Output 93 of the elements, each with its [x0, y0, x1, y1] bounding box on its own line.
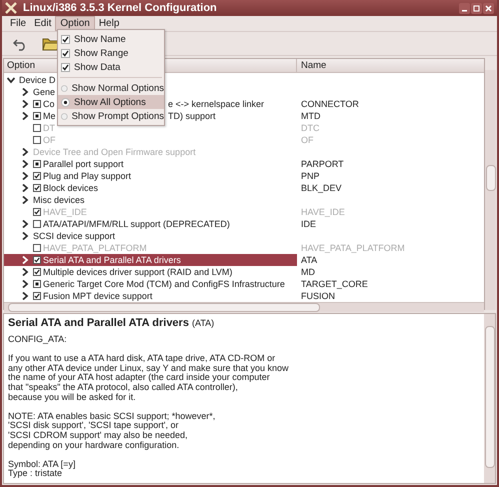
expander-icon[interactable]: [21, 88, 29, 96]
vertical-scrollbar[interactable]: [484, 314, 495, 483]
option-label: SCSI device support: [33, 230, 116, 242]
checkbox-module-icon[interactable]: [33, 280, 41, 288]
window-title: Linux/i386 3.5.3 Kernel Configuration: [23, 2, 218, 14]
radio-on-icon[interactable]: [61, 98, 70, 106]
checkbox-checked-icon[interactable]: [33, 256, 41, 264]
help-paragraph: CONFIG_ATA:: [8, 335, 68, 345]
expander-icon[interactable]: [21, 160, 29, 168]
scrollbar-thumb[interactable]: [486, 165, 496, 191]
option-label: HAVE_PATA_PLATFORM: [43, 242, 147, 254]
option-label: Generic Target Core Mod (TCM) and ConfigFS Infrastructure: [43, 278, 285, 290]
option-label: Device Tree and Open Firmware support: [33, 146, 196, 158]
expander-icon[interactable]: [21, 292, 29, 300]
symbol-name: ATA: [300, 254, 318, 266]
menu-item[interactable]: File: [6, 17, 30, 30]
menu-option[interactable]: Show Prompt Options: [58, 109, 164, 123]
expander-icon[interactable]: [21, 196, 29, 204]
symbol-name: DTC: [300, 122, 320, 134]
radio-off-icon[interactable]: [61, 84, 68, 92]
checkbox-module-icon[interactable]: [33, 160, 41, 168]
menu-option[interactable]: Show Name: [58, 32, 164, 46]
symbol-name: PNP: [300, 170, 320, 182]
selected-row[interactable]: Serial ATA and Parallel ATA drivers: [4, 254, 297, 266]
expander-icon[interactable]: [21, 232, 29, 240]
menu-option[interactable]: Show All Options: [58, 95, 164, 109]
symbol-name: HAVE_PATA_PLATFORM: [300, 242, 405, 254]
option-label: Misc devices: [33, 194, 85, 206]
option-label: Plug and Play support: [43, 170, 132, 182]
checkbox-checked-icon[interactable]: [33, 292, 41, 300]
option-label: Me: [43, 110, 56, 122]
checkbox-module-icon[interactable]: [33, 100, 41, 108]
option-label: ATA/ATAPI/MFM/RLL support (DEPRECATED): [43, 218, 230, 230]
checkbox-checked-icon[interactable]: [33, 184, 41, 192]
checkmark-icon[interactable]: [61, 34, 70, 44]
option-label: e <-> kernelspace linker: [168, 98, 264, 110]
symbol-name: HAVE_IDE: [300, 206, 345, 218]
radio-off-icon[interactable]: [61, 112, 68, 120]
symbol-name: MD: [300, 266, 315, 278]
scrollbar-thumb[interactable]: [8, 303, 320, 312]
symbol-name: CONNECTOR: [300, 98, 359, 110]
symbol-name: OF: [300, 134, 314, 146]
symbol-name: FUSION: [300, 290, 336, 302]
expander-icon[interactable]: [21, 280, 29, 288]
option-label: Parallel port support: [43, 158, 124, 170]
help-title: Serial ATA and Parallel ATA drivers: [8, 317, 189, 329]
expander-icon[interactable]: [21, 112, 29, 120]
option-label: TD) support: [168, 110, 216, 122]
menu-option[interactable]: Show Range: [58, 46, 164, 60]
option-label: Serial ATA and Parallel ATA drivers: [43, 254, 181, 266]
expander-icon[interactable]: [21, 268, 29, 276]
expander-icon[interactable]: [21, 172, 29, 180]
option-label: Gene: [33, 86, 56, 98]
checkbox-checked-icon[interactable]: [33, 268, 41, 276]
scrollbar-thumb[interactable]: [485, 326, 495, 468]
option-label: Co: [43, 98, 55, 110]
help-paragraph: If you want to use a ATA hard disk, ATA tape drive, ATA CD-ROM or any other ATA device under Linux, say Y and make sure that you know the name of your ATA host adapter (the card inside your computer that "speaks" the ATA protocol, also called ATA controller), because you will be asked for it.: [8, 354, 290, 402]
checkbox-checked-icon[interactable]: [33, 172, 41, 180]
option-label: DT: [43, 122, 55, 134]
symbol-name: TARGET_CORE: [300, 278, 368, 290]
checkbox-module-icon[interactable]: [33, 112, 41, 120]
help-paragraph: NOTE: ATA enables basic SCSI support; *however*, 'SCSI disk support', 'SCSI tape support', or 'SCSI CDROM support' may also be needed, depending on your hardware configuration.: [8, 412, 216, 450]
checkbox-empty-icon[interactable]: [33, 220, 41, 228]
app-icon: [5, 2, 17, 14]
help-symbol: (ATA): [192, 318, 214, 328]
option-label: Block devices: [43, 182, 98, 194]
folder-icon[interactable]: [42, 36, 60, 50]
column-header[interactable]: Name: [297, 59, 326, 72]
maximize-icon[interactable]: [471, 2, 482, 14]
expander-icon[interactable]: [21, 184, 29, 192]
symbol-name: BLK_DEV: [300, 182, 342, 194]
symbol-name: MTD: [300, 110, 320, 122]
option-label: Fusion MPT device support: [43, 290, 152, 302]
option-label: HAVE_IDE: [43, 206, 87, 218]
close-icon[interactable]: [483, 2, 494, 14]
menu-item[interactable]: Help: [94, 17, 124, 30]
checkmark-icon[interactable]: [61, 48, 70, 58]
expander-icon[interactable]: [21, 100, 29, 108]
symbol-name: IDE: [300, 218, 316, 230]
expander-icon[interactable]: [7, 76, 15, 84]
menu-option[interactable]: Show Normal Options: [58, 81, 164, 95]
symbol-name: PARPORT: [300, 158, 344, 170]
menu-item[interactable]: Edit: [30, 17, 56, 30]
horizontal-scrollbar[interactable]: [4, 302, 484, 312]
option-label: OF: [43, 134, 56, 146]
help-paragraph: Symbol: ATA [=y] Type : tristate: [8, 460, 76, 479]
option-label: Multiple devices driver support (RAID and LVM): [43, 266, 232, 278]
vertical-scrollbar[interactable]: [485, 70, 496, 310]
expander-icon[interactable]: [21, 220, 29, 228]
checkmark-icon[interactable]: [61, 62, 70, 72]
option-label: Device D: [19, 74, 56, 86]
menu-option[interactable]: Show Data: [58, 60, 164, 74]
minimize-icon[interactable]: [459, 2, 470, 14]
